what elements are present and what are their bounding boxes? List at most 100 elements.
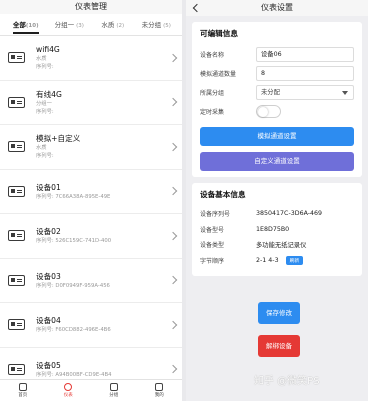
device-name: 设备05 xyxy=(36,360,61,370)
device-name-input[interactable]: 设备06 xyxy=(256,47,354,62)
device-name: 有线4G xyxy=(36,89,62,99)
device-serial: 序列号: xyxy=(36,64,54,71)
refresh-button[interactable]: 刷新 xyxy=(285,255,304,265)
tab-label: 水质 xyxy=(101,20,115,29)
page-title: 仪表设置 xyxy=(261,3,293,12)
nav-label: 分组 xyxy=(109,393,119,398)
settings-header: 仪表设置 xyxy=(186,0,368,16)
nav-home[interactable]: 首页 xyxy=(0,380,46,401)
device-icon xyxy=(8,363,25,375)
tab-group-one[interactable]: 分组一 (3) xyxy=(48,14,92,36)
tab-all[interactable]: 全部(10) xyxy=(4,14,48,36)
analog-channel-settings-button[interactable]: 模拟通道设置 xyxy=(200,127,354,146)
device-name: 设备03 xyxy=(36,271,61,281)
group-icon xyxy=(109,383,118,391)
device-icon xyxy=(8,141,25,153)
basic-info-card: 设备基本信息 设备序列号 3850417C-3D6A-469 设备型号 1E8D… xyxy=(192,183,362,276)
info-row: 设备型号 1E8D75B0 xyxy=(200,222,354,238)
tab-ungrouped[interactable]: 未分组 (5) xyxy=(135,14,179,36)
list-item[interactable]: 设备03 序列号: D0F0949F-959A-456 xyxy=(0,259,182,303)
meter-icon xyxy=(64,383,73,391)
device-serial: 序列号: 7C66A38A-895E-49E xyxy=(36,193,111,200)
device-group: 分组一 xyxy=(36,100,52,107)
timed-collection-toggle[interactable] xyxy=(256,105,281,118)
editable-info-card: 可编辑信息 设备名称 设备06 模拟通道数量 8 所属分组 未分配 定时采集 模… xyxy=(192,22,362,177)
page-title: 仪表管理 xyxy=(0,0,182,14)
nav-label: 首页 xyxy=(18,393,28,398)
form-row: 所属分组 未分配 xyxy=(200,83,354,102)
form-row: 设备名称 设备06 xyxy=(200,45,354,64)
info-row: 设备序列号 3850417C-3D6A-469 xyxy=(200,206,354,222)
tab-count: (3) xyxy=(76,22,84,29)
nav-label: 仪表 xyxy=(63,393,73,398)
back-icon[interactable] xyxy=(192,3,202,13)
tab-count: (2) xyxy=(116,22,125,29)
unbind-device-button[interactable]: 解绑设备 xyxy=(258,335,300,357)
info-value: 2-1 4-3 xyxy=(256,256,279,264)
watermark: 知乎 @微笑PS xyxy=(254,376,320,387)
channel-count-input[interactable]: 8 xyxy=(256,66,354,81)
tab-count: (5) xyxy=(163,22,171,29)
device-icon xyxy=(8,185,25,197)
list-item[interactable]: 有线4G 分组一 序列号: xyxy=(0,81,182,125)
device-serial: 序列号: xyxy=(36,108,54,115)
field-label: 设备名称 xyxy=(200,52,225,59)
field-label: 定时采集 xyxy=(200,109,225,116)
form-row: 定时采集 xyxy=(200,102,354,121)
tab-count: (10) xyxy=(25,22,39,29)
toggle-knob xyxy=(258,107,268,117)
select-value: 未分配 xyxy=(261,89,280,96)
tab-label: 未分组 xyxy=(141,20,162,29)
info-label: 设备序列号 xyxy=(200,211,231,219)
device-serial: 序列号: D0F0949F-959A-456 xyxy=(36,282,110,289)
device-group: 水质 xyxy=(36,145,47,152)
section-title: 可编辑信息 xyxy=(200,29,238,38)
device-serial: 序列号: A94B00BF-CD9E-4B4 xyxy=(36,371,112,378)
home-icon xyxy=(18,383,27,391)
info-label: 设备型号 xyxy=(200,226,225,234)
device-name: 模拟+自定义 xyxy=(36,134,81,144)
save-button[interactable]: 保存修改 xyxy=(258,302,300,324)
device-serial: 序列号: xyxy=(36,153,54,160)
device-serial: 序列号: F60CD882-496E-4B6 xyxy=(36,327,111,334)
device-icon xyxy=(8,96,25,108)
form-row: 模拟通道数量 8 xyxy=(200,64,354,83)
info-value: 多功能无纸记录仪 xyxy=(256,242,307,250)
custom-channel-settings-button[interactable]: 自定义通道设置 xyxy=(200,152,354,171)
device-serial: 序列号: 526C159C-741D-400 xyxy=(36,238,112,245)
list-item[interactable]: 设备01 序列号: 7C66A38A-895E-49E xyxy=(0,170,182,214)
device-icon xyxy=(8,319,25,331)
device-icon xyxy=(8,274,25,286)
user-icon xyxy=(155,383,164,391)
device-name: wifi4G xyxy=(36,45,60,55)
nav-profile[interactable]: 我的 xyxy=(137,380,183,401)
field-label: 所属分组 xyxy=(200,90,225,97)
list-item[interactable]: 模拟+自定义 水质 序列号: xyxy=(0,125,182,170)
device-icon xyxy=(8,52,25,64)
group-select[interactable]: 未分配 xyxy=(256,85,354,100)
list-item[interactable]: 设备02 序列号: 526C159C-741D-400 xyxy=(0,214,182,259)
list-item[interactable]: 设备04 序列号: F60CD882-496E-4B6 xyxy=(0,303,182,348)
device-name: 设备04 xyxy=(36,316,61,326)
info-value: 1E8D75B0 xyxy=(256,225,290,233)
tab-water[interactable]: 水质 (2) xyxy=(91,14,135,36)
caret-down-icon xyxy=(342,91,348,95)
tab-label: 全部 xyxy=(12,20,26,29)
info-label: 设备类型 xyxy=(200,242,225,250)
device-group: 水质 xyxy=(36,56,47,63)
nav-meters[interactable]: 仪表 xyxy=(46,380,92,401)
list-item[interactable]: wifi4G 水质 序列号: xyxy=(0,36,182,81)
field-label: 模拟通道数量 xyxy=(200,71,237,78)
group-tabs: 全部(10) 分组一 (3) 水质 (2) 未分组 (5) xyxy=(0,14,182,36)
info-label: 字节顺序 xyxy=(200,257,225,265)
bottom-nav: 首页 仪表 分组 我的 xyxy=(0,379,182,401)
device-list: wifi4G 水质 序列号: 有线4G 分组一 序列号: 模拟+自定义 水质 序列号: 设备… xyxy=(0,36,182,392)
section-title: 设备基本信息 xyxy=(200,190,246,199)
meter-management-screen: 仪表管理 全部(10) 分组一 (3) 水质 (2) 未分组 (5) wifi4… xyxy=(0,0,182,401)
info-value: 3850417C-3D6A-469 xyxy=(256,210,323,218)
info-row: 字节顺序 2-1 4-3 刷新 xyxy=(200,253,354,269)
nav-groups[interactable]: 分组 xyxy=(91,380,137,401)
device-icon xyxy=(8,230,25,242)
device-name: 设备01 xyxy=(36,182,61,192)
tab-label: 分组一 xyxy=(54,20,75,29)
